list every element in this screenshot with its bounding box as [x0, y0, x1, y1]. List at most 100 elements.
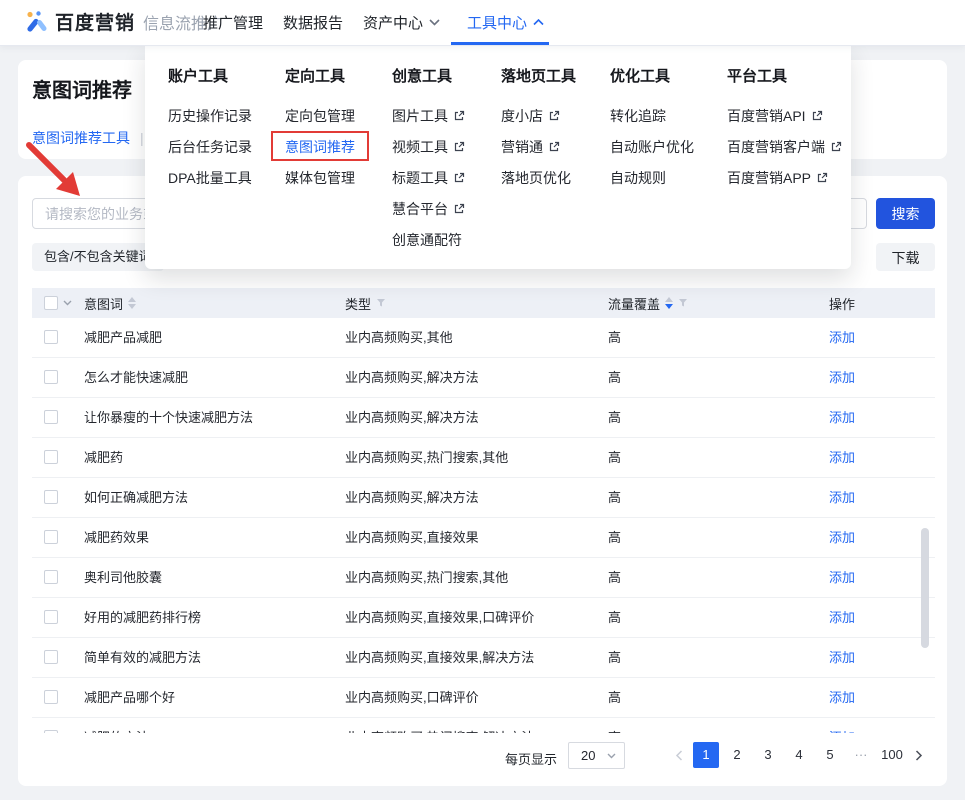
dropdown-item[interactable]: 媒体包管理 — [285, 162, 355, 193]
page-size-select[interactable]: 20 — [568, 742, 625, 769]
add-link[interactable]: 添加 — [802, 398, 882, 437]
dropdown-column: 落地页工具 度小店营销通落地页优化 — [501, 67, 576, 193]
row-checkbox[interactable] — [44, 450, 58, 464]
chevron-down-icon[interactable] — [63, 300, 72, 306]
type-cell: 业内高频购买,解决方法 — [345, 358, 479, 397]
pager-page[interactable]: 5 — [817, 742, 843, 768]
dropdown-item[interactable]: 落地页优化 — [501, 162, 571, 193]
add-link[interactable]: 添加 — [802, 558, 882, 597]
dropdown-item[interactable]: 营销通 — [501, 131, 560, 162]
filter-icon[interactable] — [678, 298, 688, 308]
external-link-icon — [453, 172, 465, 184]
dropdown-item[interactable]: 百度营销APP — [727, 162, 828, 193]
dropdown-item[interactable]: 视频工具 — [392, 131, 465, 162]
top-nav: 百度营销 信息流推广 推广管理 数据报告 资产中心 工具中心 — [0, 0, 965, 46]
column-header-type: 类型 — [345, 294, 371, 313]
dropdown-item[interactable]: 百度营销API — [727, 100, 823, 131]
dropdown-item-label: 定向包管理 — [285, 106, 355, 126]
dropdown-item-label: 历史操作记录 — [168, 106, 252, 126]
tab-intent-word-tool[interactable]: 意图词推荐工具 — [32, 128, 130, 148]
search-button[interactable]: 搜索 — [876, 198, 935, 229]
dropdown-item[interactable]: 百度营销客户端 — [727, 131, 842, 162]
pager-page[interactable]: 1 — [693, 742, 719, 768]
dropdown-column-items: 历史操作记录后台任务记录 DPA批量工具 — [168, 100, 252, 193]
nav-item-label: 数据报告 — [283, 12, 343, 33]
add-link[interactable]: 添加 — [802, 518, 882, 557]
intent-word-cell: 减肥药效果 — [84, 518, 149, 557]
add-link[interactable]: 添加 — [802, 598, 882, 637]
row-checkbox[interactable] — [44, 610, 58, 624]
download-button[interactable]: 下载 — [876, 243, 935, 271]
row-checkbox[interactable] — [44, 650, 58, 664]
dropdown-item[interactable]: 定向包管理 — [285, 100, 355, 131]
pager-page[interactable]: 2 — [724, 742, 750, 768]
nav-item-assets[interactable]: 资产中心 — [363, 0, 440, 44]
pager-prev[interactable] — [670, 742, 688, 768]
dropdown-item[interactable]: 自动规则 — [610, 162, 666, 193]
dropdown-item[interactable]: 意图词推荐 — [285, 131, 355, 162]
nav-item-tools[interactable]: 工具中心 — [467, 0, 544, 44]
dropdown-item[interactable]: 度小店 — [501, 100, 560, 131]
coverage-cell: 高 — [608, 638, 621, 677]
add-link[interactable]: 添加 — [802, 318, 882, 357]
row-checkbox[interactable] — [44, 530, 58, 544]
intent-word-cell: 减肥产品哪个好 — [84, 678, 175, 717]
dropdown-item-label: 创意通配符 — [392, 230, 462, 250]
coverage-cell: 高 — [608, 558, 621, 597]
sort-icon[interactable] — [128, 297, 136, 309]
dropdown-item-label: DPA批量工具 — [168, 168, 252, 188]
row-checkbox[interactable] — [44, 410, 58, 424]
add-link[interactable]: 添加 — [802, 438, 882, 477]
active-nav-underline — [451, 42, 549, 45]
dropdown-item[interactable]: 慧合平台 — [392, 193, 465, 224]
dropdown-item-label: 转化追踪 — [610, 106, 666, 126]
type-cell: 业内高频购买,直接效果 — [345, 518, 479, 557]
add-link[interactable]: 添加 — [802, 358, 882, 397]
brand-name: 百度营销 — [55, 8, 135, 35]
intent-word-cell: 奥利司他胶囊 — [84, 558, 162, 597]
dropdown-item-label: 度小店 — [501, 106, 543, 126]
add-link[interactable]: 添加 — [802, 478, 882, 517]
table-row: 减肥产品哪个好 业内高频购买,口碑评价 高 添加 — [32, 678, 935, 718]
keyword-filter-chip[interactable]: 包含/不包含关键词 — [32, 243, 164, 271]
add-link[interactable]: 添加 — [802, 718, 882, 733]
dropdown-item[interactable]: 自动账户优化 — [610, 131, 694, 162]
coverage-cell: 高 — [608, 718, 621, 733]
type-cell: 业内高频购买,热门搜索,其他 — [345, 438, 508, 477]
dropdown-column-items: 转化追踪自动账户优化自动规则 — [610, 100, 694, 193]
row-checkbox[interactable] — [44, 330, 58, 344]
dropdown-item[interactable]: 转化追踪 — [610, 100, 666, 131]
dropdown-item[interactable]: 标题工具 — [392, 162, 465, 193]
dropdown-column: 账户工具 历史操作记录后台任务记录DPA批量工具 — [168, 67, 252, 193]
pager-page[interactable]: 4 — [786, 742, 812, 768]
nav-item-reports[interactable]: 数据报告 — [283, 0, 343, 44]
nav-item-promotion[interactable]: 推广管理 — [203, 0, 263, 44]
page-size-value: 20 — [581, 748, 595, 763]
dropdown-item[interactable]: DPA批量工具 — [168, 162, 252, 193]
pager-next[interactable] — [910, 742, 928, 768]
pager-page[interactable]: 3 — [755, 742, 781, 768]
row-checkbox[interactable] — [44, 690, 58, 704]
row-checkbox[interactable] — [44, 730, 58, 733]
sort-icon[interactable] — [665, 297, 673, 309]
dropdown-item[interactable]: 后台任务记录 — [168, 131, 252, 162]
dropdown-item-label: 意图词推荐 — [285, 137, 355, 157]
dropdown-item[interactable]: 创意通配符 — [392, 224, 462, 255]
intent-word-cell: 怎么才能快速减肥 — [84, 358, 188, 397]
type-cell: 业内高频购买,解决方法 — [345, 398, 479, 437]
chevron-right-icon — [915, 750, 923, 761]
pager-page[interactable]: 100 — [879, 742, 905, 768]
dropdown-item[interactable]: 历史操作记录 — [168, 100, 252, 131]
select-all-checkbox[interactable] — [44, 296, 58, 310]
row-checkbox[interactable] — [44, 370, 58, 384]
scrollbar-thumb[interactable] — [921, 528, 929, 648]
filter-icon[interactable] — [376, 298, 386, 308]
table-row: 减肥的方法 业内高频购买,热门搜索,解决方法 高 添加 — [32, 718, 935, 733]
row-checkbox[interactable] — [44, 490, 58, 504]
add-link[interactable]: 添加 — [802, 638, 882, 677]
type-cell: 业内高频购买,解决方法 — [345, 478, 479, 517]
row-checkbox[interactable] — [44, 570, 58, 584]
page-size-label: 每页显示 — [505, 749, 557, 768]
dropdown-item[interactable]: 图片工具 — [392, 100, 465, 131]
add-link[interactable]: 添加 — [802, 678, 882, 717]
